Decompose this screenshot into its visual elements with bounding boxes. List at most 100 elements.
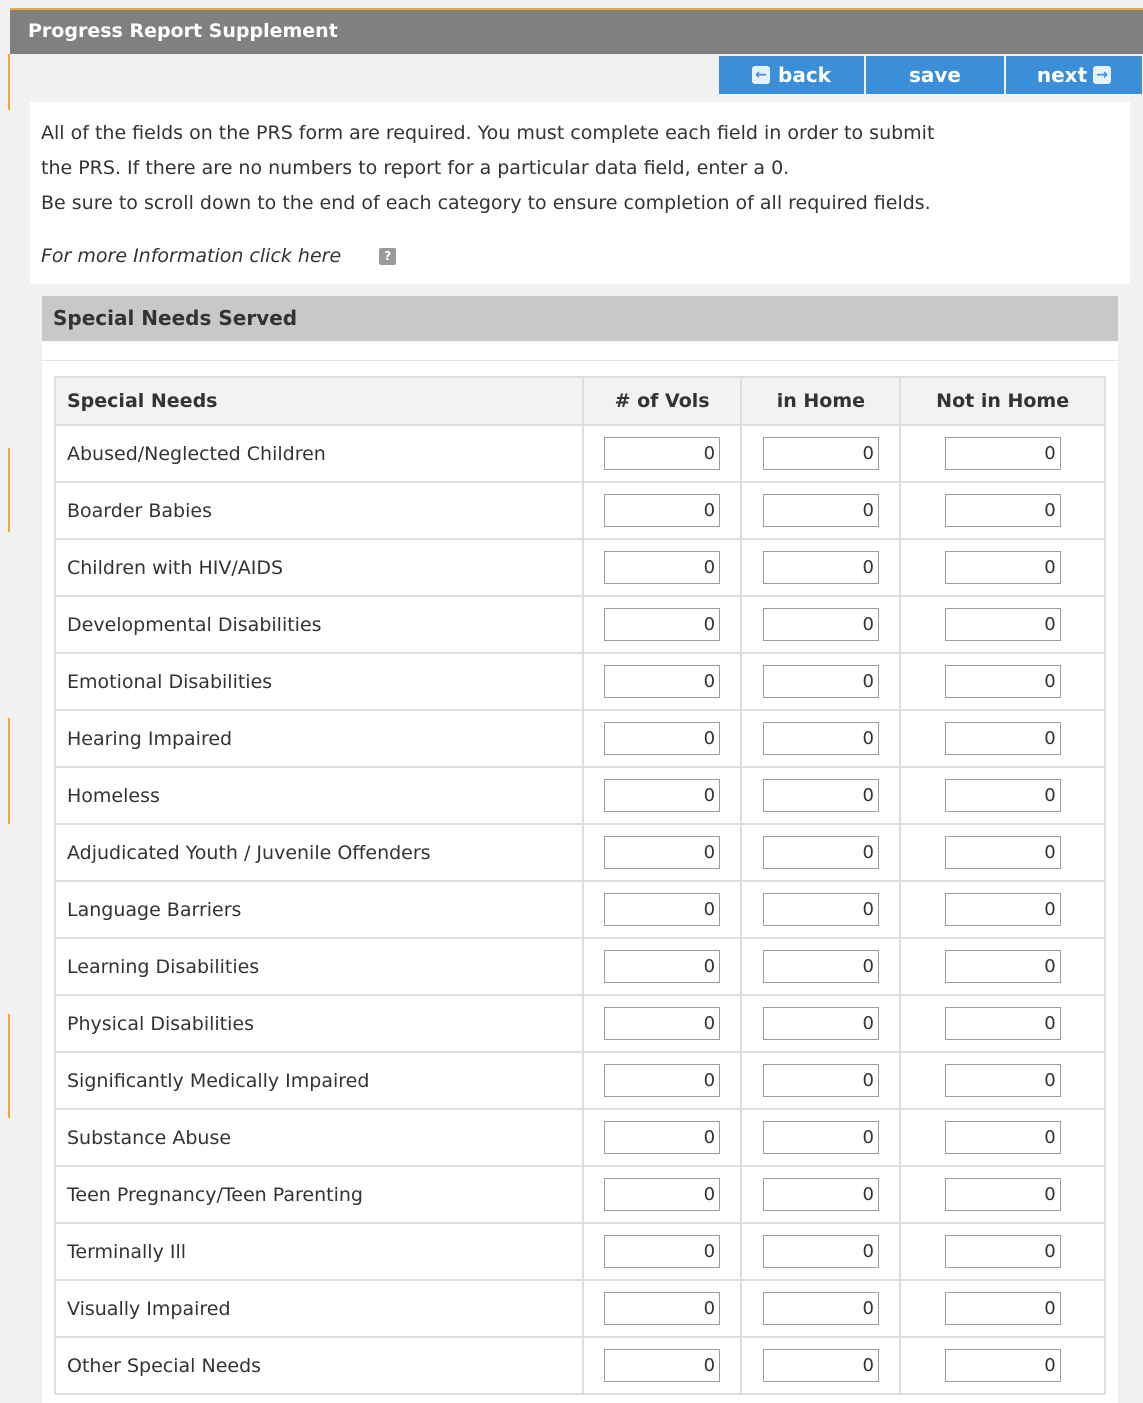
special-need-label: Adjudicated Youth / Juvenile Offenders xyxy=(54,823,584,882)
arrow-left-icon: ← xyxy=(752,66,771,84)
input-cell xyxy=(740,994,902,1053)
input-cell xyxy=(740,1222,902,1281)
special-needs-section: Special Needs Served Special Needs # of … xyxy=(42,296,1118,1403)
vols-input[interactable] xyxy=(604,608,721,641)
special-need-label: Homeless xyxy=(54,766,584,825)
input-cell xyxy=(899,1051,1106,1110)
not-in-home-input[interactable] xyxy=(944,608,1061,641)
not-in-home-input[interactable] xyxy=(944,836,1061,869)
vols-input[interactable] xyxy=(604,1064,721,1097)
special-need-label: Significantly Medically Impaired xyxy=(54,1051,584,1110)
in-home-input[interactable] xyxy=(762,1235,879,1268)
input-cell xyxy=(581,994,743,1053)
input-cell xyxy=(581,937,743,996)
in-home-input[interactable] xyxy=(762,1007,879,1040)
special-need-label: Physical Disabilities xyxy=(54,994,584,1053)
not-in-home-input[interactable] xyxy=(944,1121,1061,1154)
special-need-label: Other Special Needs xyxy=(54,1336,584,1395)
in-home-input[interactable] xyxy=(762,437,879,470)
vols-input[interactable] xyxy=(604,437,721,470)
not-in-home-input[interactable] xyxy=(944,722,1061,755)
not-in-home-input[interactable] xyxy=(944,437,1061,470)
input-cell xyxy=(740,424,902,483)
vols-input[interactable] xyxy=(604,551,721,584)
not-in-home-input[interactable] xyxy=(944,779,1061,812)
special-need-label: Visually Impaired xyxy=(54,1279,584,1338)
not-in-home-input[interactable] xyxy=(944,551,1061,584)
in-home-input[interactable] xyxy=(762,950,879,983)
nav-bar: ← back save next → xyxy=(719,56,1142,94)
input-cell xyxy=(581,766,743,825)
table-row: Substance Abuse xyxy=(54,1108,1106,1167)
table-row: Adjudicated Youth / Juvenile Offenders xyxy=(54,823,1106,882)
more-info-link[interactable]: For more Information click here xyxy=(41,239,341,274)
special-need-label: Substance Abuse xyxy=(54,1108,584,1167)
in-home-input[interactable] xyxy=(762,1064,879,1097)
vols-input[interactable] xyxy=(604,1121,721,1154)
vols-input[interactable] xyxy=(604,950,721,983)
section-divider xyxy=(42,341,1118,361)
input-cell xyxy=(581,1108,743,1167)
not-in-home-input[interactable] xyxy=(944,494,1061,527)
in-home-input[interactable] xyxy=(762,1178,879,1211)
more-info-row: For more Information click here ? xyxy=(41,239,1130,274)
vols-input[interactable] xyxy=(604,779,721,812)
vols-input[interactable] xyxy=(604,893,721,926)
input-cell xyxy=(740,1336,902,1395)
accent-mark xyxy=(8,718,10,824)
input-cell xyxy=(581,1222,743,1281)
input-cell xyxy=(740,1051,902,1110)
in-home-input[interactable] xyxy=(762,665,879,698)
input-cell xyxy=(740,1108,902,1167)
vols-input[interactable] xyxy=(604,665,721,698)
in-home-input[interactable] xyxy=(762,836,879,869)
in-home-input[interactable] xyxy=(762,893,879,926)
in-home-input[interactable] xyxy=(762,494,879,527)
vols-input[interactable] xyxy=(604,1349,721,1382)
table-row: Learning Disabilities xyxy=(54,937,1106,996)
input-cell xyxy=(581,538,743,597)
back-button[interactable]: ← back xyxy=(719,56,866,94)
table-row: Other Special Needs xyxy=(54,1336,1106,1395)
input-cell xyxy=(581,1051,743,1110)
input-cell xyxy=(899,538,1106,597)
vols-input[interactable] xyxy=(604,494,721,527)
next-button[interactable]: next → xyxy=(1006,56,1142,94)
not-in-home-input[interactable] xyxy=(944,1349,1061,1382)
in-home-input[interactable] xyxy=(762,1121,879,1154)
in-home-input[interactable] xyxy=(762,722,879,755)
not-in-home-input[interactable] xyxy=(944,1235,1061,1268)
vols-input[interactable] xyxy=(604,722,721,755)
not-in-home-input[interactable] xyxy=(944,1292,1061,1325)
in-home-input[interactable] xyxy=(762,551,879,584)
next-label: next xyxy=(1036,63,1088,87)
special-need-label: Boarder Babies xyxy=(54,481,584,540)
input-cell xyxy=(899,1165,1106,1224)
input-cell xyxy=(899,1222,1106,1281)
vols-input[interactable] xyxy=(604,1292,721,1325)
in-home-input[interactable] xyxy=(762,779,879,812)
not-in-home-input[interactable] xyxy=(944,950,1061,983)
input-cell xyxy=(581,481,743,540)
input-cell xyxy=(740,823,902,882)
not-in-home-input[interactable] xyxy=(944,665,1061,698)
help-icon[interactable]: ? xyxy=(379,248,397,265)
input-cell xyxy=(740,595,902,654)
vols-input[interactable] xyxy=(604,836,721,869)
in-home-input[interactable] xyxy=(762,1292,879,1325)
special-need-label: Emotional Disabilities xyxy=(54,652,584,711)
not-in-home-input[interactable] xyxy=(944,1007,1061,1040)
in-home-input[interactable] xyxy=(762,1349,879,1382)
special-need-label: Children with HIV/AIDS xyxy=(54,538,584,597)
not-in-home-input[interactable] xyxy=(944,1178,1061,1211)
table-row: Teen Pregnancy/Teen Parenting xyxy=(54,1165,1106,1224)
not-in-home-input[interactable] xyxy=(944,1064,1061,1097)
vols-input[interactable] xyxy=(604,1178,721,1211)
vols-input[interactable] xyxy=(604,1007,721,1040)
table-header-row: Special Needs # of Vols in Home Not in H… xyxy=(54,376,1106,426)
special-need-label: Teen Pregnancy/Teen Parenting xyxy=(54,1165,584,1224)
not-in-home-input[interactable] xyxy=(944,893,1061,926)
vols-input[interactable] xyxy=(604,1235,721,1268)
save-button[interactable]: save xyxy=(866,56,1006,94)
in-home-input[interactable] xyxy=(762,608,879,641)
